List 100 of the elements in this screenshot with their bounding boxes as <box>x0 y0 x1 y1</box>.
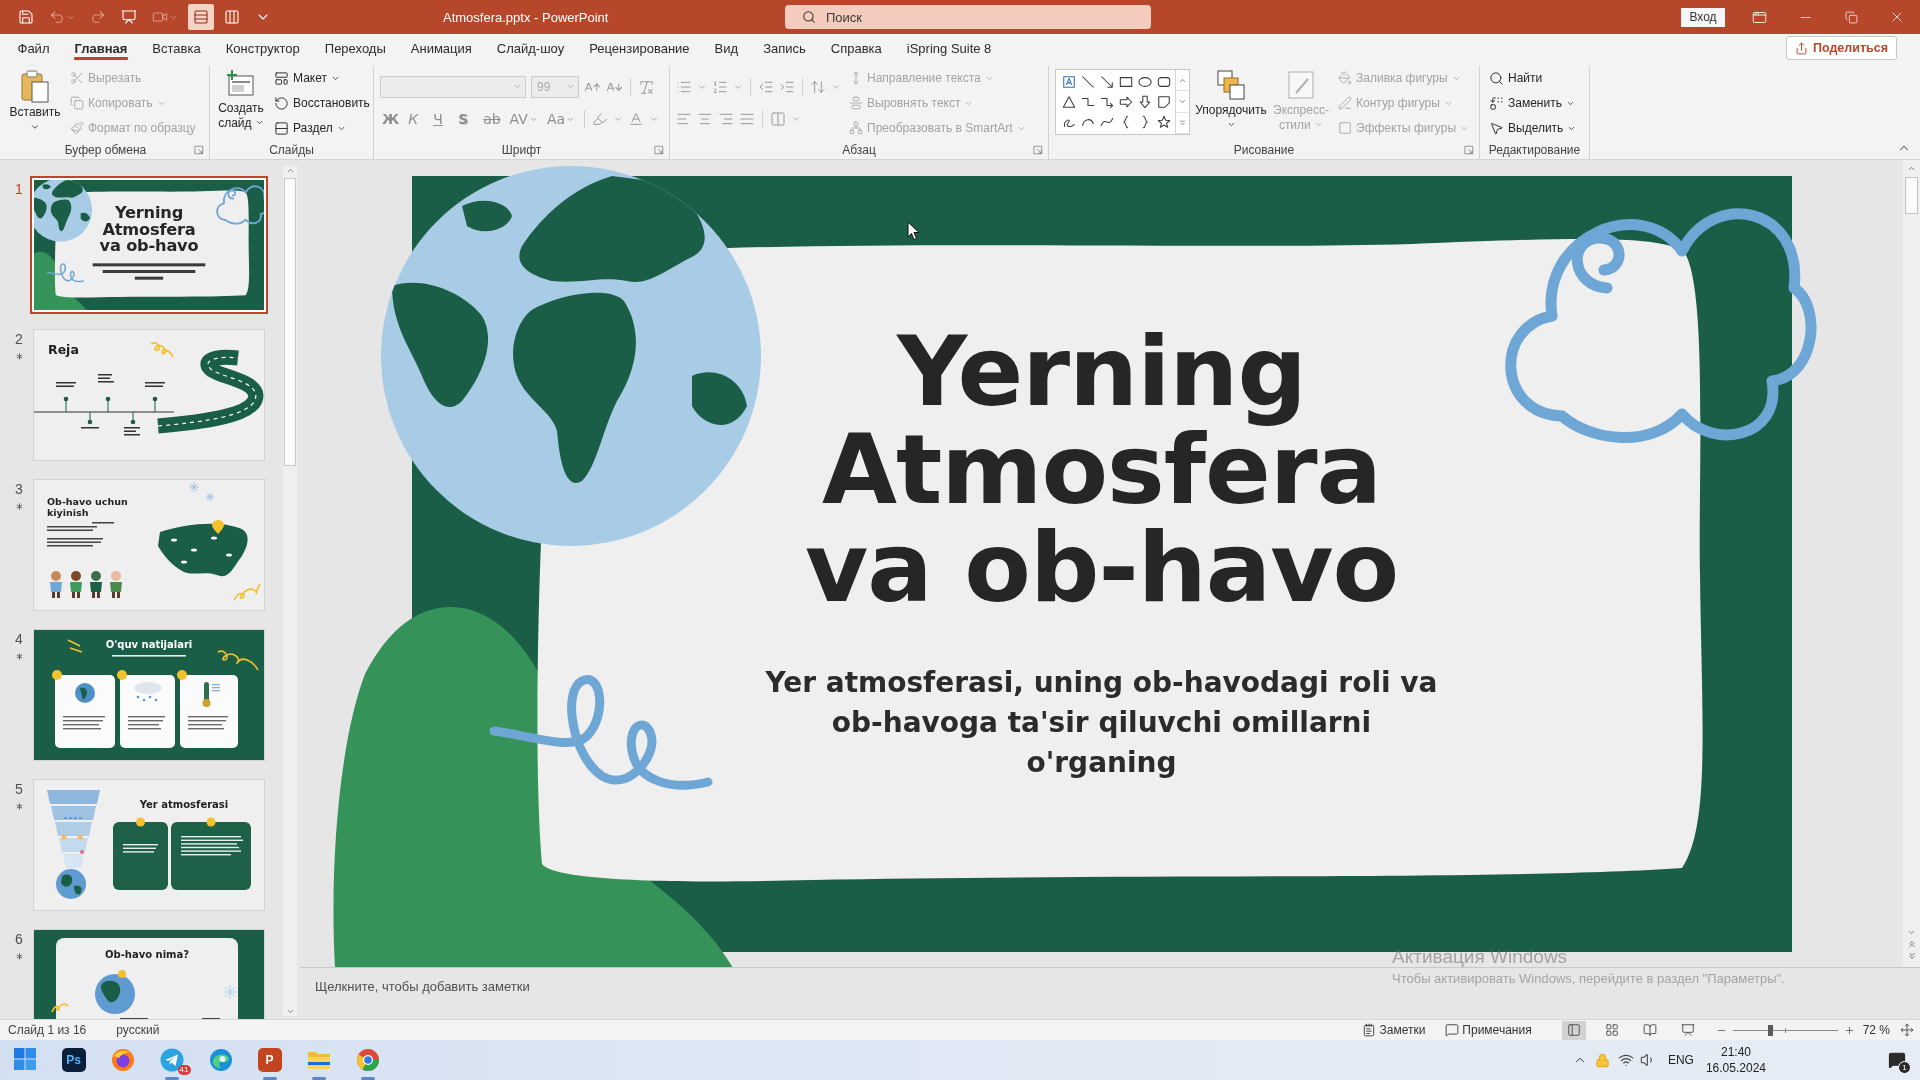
zoom-slider[interactable] <box>1732 1025 1838 1035</box>
reset-button[interactable]: Восстановить <box>271 92 373 114</box>
next-slide-icon[interactable] <box>1906 951 1917 961</box>
scroll-down-icon[interactable] <box>1907 928 1916 937</box>
find-button[interactable]: Найти <box>1486 67 1580 89</box>
normal-view-button[interactable] <box>1561 1020 1586 1040</box>
group-label: Буфер обмена <box>64 143 147 157</box>
rounded-rectangle-icon[interactable] <box>1156 75 1171 89</box>
clock-button[interactable]: 21:40 16.05.2024 <box>1705 1044 1766 1076</box>
paste-button[interactable]: Вставить <box>8 66 62 132</box>
zoom-in-icon[interactable] <box>1843 1024 1855 1036</box>
dialog-launcher-icon[interactable] <box>1464 145 1474 155</box>
menu-tab[interactable]: Рецензирование <box>576 34 703 62</box>
slide-thumbnail[interactable]: O'quv natijalari <box>33 629 265 761</box>
sign-in-button[interactable]: Вход <box>1681 7 1725 27</box>
snip-shape-icon[interactable] <box>1156 95 1171 109</box>
menu-tab[interactable]: Главная <box>61 34 140 62</box>
elbow-connector-icon[interactable] <box>1080 95 1095 109</box>
menu-tab[interactable]: Запись <box>750 34 819 62</box>
wifi-icon[interactable] <box>1617 1052 1634 1068</box>
zoom-slider-thumb[interactable] <box>1768 1024 1774 1036</box>
unread-count-badge: 41 <box>177 1065 191 1075</box>
ps-app-button[interactable]: Ps <box>61 1048 86 1072</box>
select-button[interactable]: Выделить <box>1486 117 1580 139</box>
comments-button[interactable]: Примечания <box>1441 1020 1536 1040</box>
down-arrow-icon[interactable] <box>1137 95 1152 109</box>
ribbon-display-icon[interactable] <box>1751 9 1767 25</box>
scroll-up-icon[interactable] <box>285 166 295 175</box>
slide-thumbnail[interactable]: Ob-havo nima? <box>33 929 265 1019</box>
dialog-launcher-icon[interactable] <box>654 145 664 155</box>
triangle-icon[interactable] <box>1061 95 1076 109</box>
layout-button[interactable]: Макет <box>271 67 373 89</box>
slide-thumbnail[interactable]: Yerning Atmosfera va ob-havo <box>30 176 268 314</box>
zoom-level-label[interactable]: 72 % <box>1862 1023 1890 1037</box>
menu-tab[interactable]: Файл <box>5 34 62 62</box>
scroll-up-icon[interactable] <box>1907 164 1916 173</box>
arrange-button[interactable]: Упорядочить <box>1195 66 1267 129</box>
scrollbar-thumb[interactable] <box>284 178 296 466</box>
fit-to-window-icon[interactable] <box>1900 1023 1914 1037</box>
quick-styles-icon <box>1286 69 1316 101</box>
group-label: Редактирование <box>1488 143 1581 157</box>
menu-tab[interactable]: Вставка <box>139 34 214 62</box>
input-language-label[interactable]: ENG <box>1667 1053 1694 1067</box>
dialog-launcher-icon[interactable] <box>194 145 204 155</box>
slide-thumbnail[interactable]: Ob-havo uchun kiyinish <box>33 479 265 611</box>
undo-icon <box>49 9 65 25</box>
dialog-launcher-icon[interactable] <box>1033 145 1043 155</box>
curve-icon[interactable] <box>1099 115 1114 129</box>
scroll-down-icon[interactable] <box>285 1007 295 1016</box>
replace-button[interactable]: Заменить <box>1486 92 1580 114</box>
new-slide-button[interactable]: Создать слайд <box>216 66 266 131</box>
scrollbar-thumb[interactable] <box>1905 177 1918 214</box>
caret-icon[interactable] <box>30 122 40 132</box>
video-camera-icon <box>152 9 168 25</box>
snowflake-icon <box>205 492 215 502</box>
menu-tab[interactable]: iSpring Suite 8 <box>894 34 1004 62</box>
slide-thumbnail[interactable]: Reja <box>33 329 265 461</box>
text-box-icon[interactable] <box>1061 75 1076 89</box>
right-arrow-icon[interactable] <box>1118 95 1133 109</box>
menu-tab[interactable]: Конструктор <box>213 34 313 62</box>
pointer-icon <box>1489 120 1504 136</box>
line-icon[interactable] <box>1080 75 1095 89</box>
p-app-button[interactable]: P <box>257 1048 282 1072</box>
oval-icon[interactable] <box>1137 75 1152 89</box>
view-mode-button[interactable] <box>188 4 214 30</box>
menu-tab[interactable]: Анимация <box>398 34 485 62</box>
pen-icon <box>1338 96 1352 110</box>
square-icon <box>1338 121 1352 135</box>
replace-icon <box>1489 95 1504 111</box>
clipboard-icon <box>20 69 50 103</box>
menu-tab[interactable]: Переходы <box>312 34 399 62</box>
wave-browser-icon[interactable] <box>208 1048 233 1072</box>
lock-icon[interactable] <box>1594 1052 1610 1068</box>
ring-browser-icon[interactable] <box>355 1048 380 1072</box>
menu-tab[interactable]: Вид <box>702 34 751 62</box>
slide-number: 2 <box>15 331 23 347</box>
rectangle-icon[interactable] <box>1118 75 1133 89</box>
section-button[interactable]: Раздел <box>271 117 373 139</box>
child-figure-drawing <box>50 571 62 598</box>
arrow-icon[interactable] <box>1099 75 1114 89</box>
snowflake-icon <box>222 984 238 1000</box>
search-field[interactable]: Поиск <box>785 5 1151 29</box>
notification-icon[interactable] <box>1888 1051 1906 1069</box>
more-icon[interactable] <box>1178 118 1187 128</box>
elbow-arrow-icon[interactable] <box>1099 95 1114 109</box>
restore-icon[interactable] <box>1844 10 1858 24</box>
menu-tab[interactable]: Справка <box>818 34 895 62</box>
layout-icon <box>274 70 289 86</box>
share-button[interactable]: Поделиться <box>1785 36 1897 60</box>
dash-marks-drawing <box>67 639 83 653</box>
thumbnail-title: Ob-havo nima? <box>103 949 191 961</box>
scroll-down-icon[interactable] <box>1178 97 1187 106</box>
slide-thumbnail[interactable]: Yer atmosferasi <box>33 779 265 911</box>
notes-button[interactable]: Заметки <box>1358 1020 1430 1040</box>
previous-slide-icon[interactable] <box>1906 939 1917 949</box>
fox-browser-icon[interactable] <box>110 1048 135 1072</box>
snowflake-icon <box>188 481 200 493</box>
start-icon[interactable] <box>13 1048 36 1070</box>
star-icon[interactable] <box>1156 115 1171 129</box>
menu-tab[interactable]: Слайд-шоу <box>484 34 577 62</box>
